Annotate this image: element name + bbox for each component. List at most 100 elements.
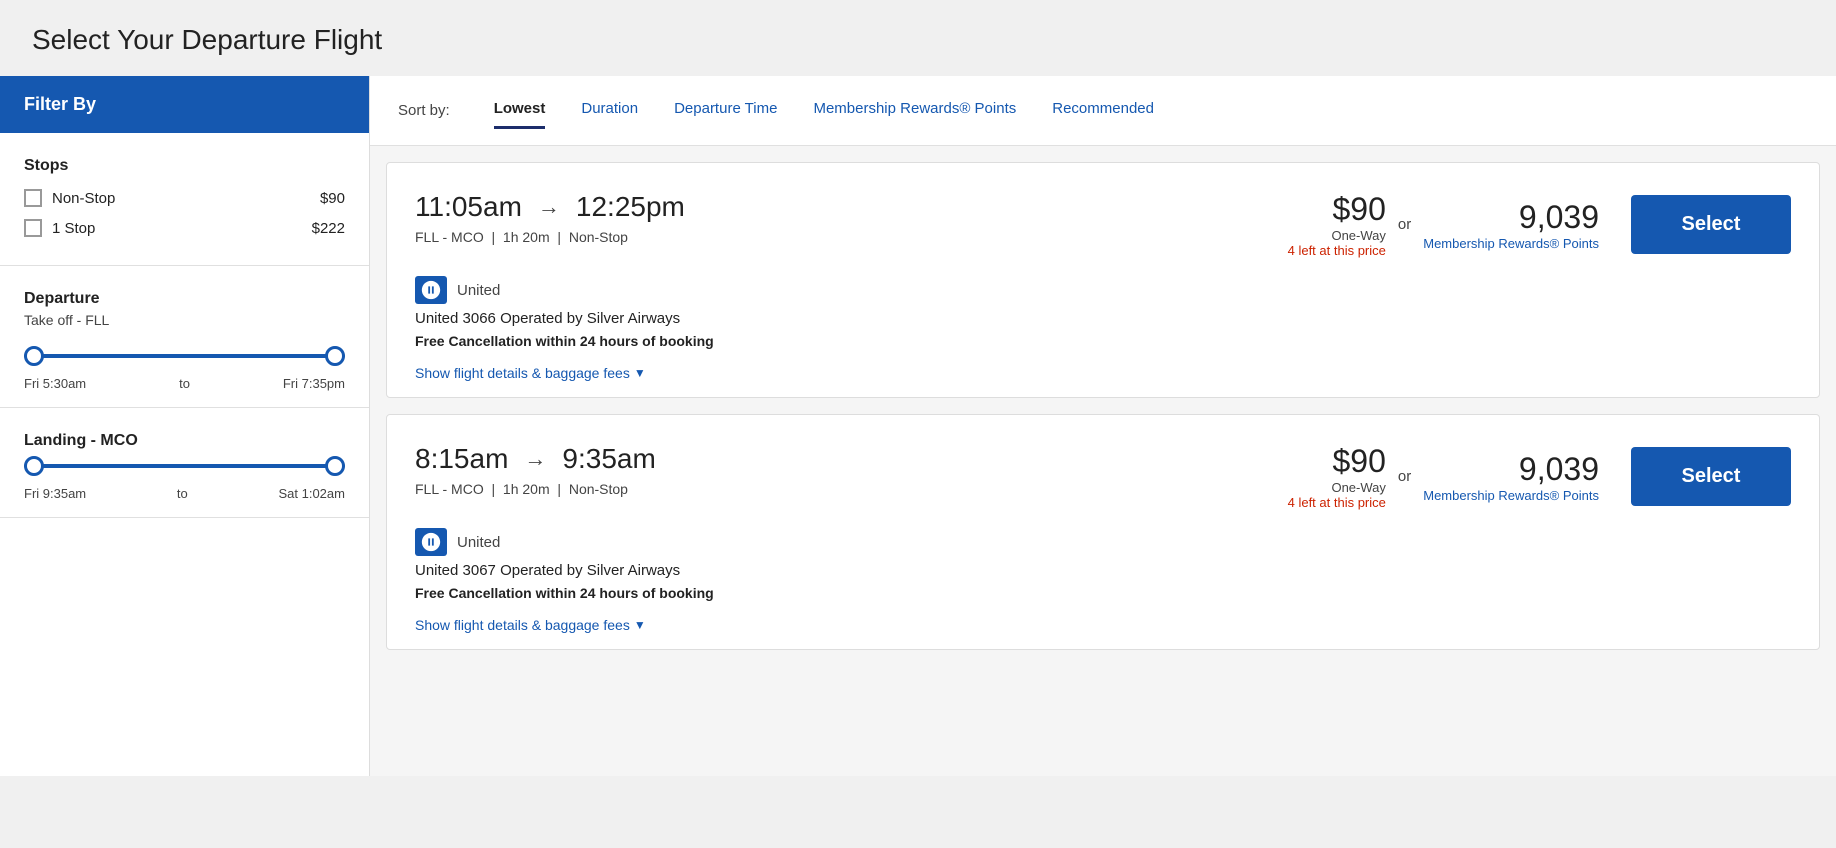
- flight-left-0: 11:05am → 12:25pm FLL - MCO | 1h 20m | N…: [415, 191, 685, 245]
- departure-slider-thumb-right[interactable]: [325, 346, 345, 366]
- landing-range-start: Fri 9:35am: [24, 486, 86, 501]
- landing-slider-thumb-right[interactable]: [325, 456, 345, 476]
- sort-membership-points[interactable]: Membership Rewards® Points: [813, 100, 1016, 121]
- sort-label: Sort by:: [398, 102, 450, 119]
- flight-points-label-1: Membership Rewards® Points: [1423, 488, 1599, 503]
- departure-range-to: to: [179, 376, 190, 391]
- flight-price-block-1: $90 One-Way 4 left at this price: [1288, 443, 1386, 510]
- departure-title: Departure: [24, 290, 345, 308]
- flight-price-block-0: $90 One-Way 4 left at this price: [1288, 191, 1386, 258]
- stops-title: Stops: [24, 157, 345, 175]
- departure-slider-track: [24, 354, 345, 358]
- onestop-checkbox[interactable]: [24, 219, 42, 237]
- flight-route-0: FLL - MCO: [415, 229, 484, 245]
- departure-subtitle: Take off - FLL: [24, 312, 345, 328]
- flight-price-0: $90: [1288, 191, 1386, 228]
- flight-price-section-0: $90 One-Way 4 left at this price or 9,03…: [1288, 191, 1791, 258]
- departure-slider-thumb-left[interactable]: [24, 346, 44, 366]
- flight-operated-by-0: United 3066 Operated by Silver Airways: [415, 310, 1791, 327]
- page-title: Select Your Departure Flight: [0, 0, 1836, 76]
- sidebar: Filter By Stops Non-Stop $90 1 Stop $222: [0, 76, 370, 776]
- flight-price-warning-0: 4 left at this price: [1288, 243, 1386, 258]
- departure-range-end: Fri 7:35pm: [283, 376, 345, 391]
- flight-stops-0: Non-Stop: [569, 229, 628, 245]
- landing-title: Landing - MCO: [24, 432, 345, 450]
- landing-range-end: Sat 1:02am: [278, 486, 345, 501]
- flight-stops-1: Non-Stop: [569, 481, 628, 497]
- flight-airline-row-0: United: [415, 276, 1791, 304]
- sort-lowest[interactable]: Lowest: [494, 100, 546, 121]
- show-details-link-0[interactable]: Show flight details & baggage fees ▼: [415, 349, 646, 397]
- filter-row-nonstop: Non-Stop $90: [24, 189, 345, 207]
- stops-section: Stops Non-Stop $90 1 Stop $222: [0, 133, 369, 266]
- show-details-link-1[interactable]: Show flight details & baggage fees ▼: [415, 601, 646, 649]
- nonstop-label: Non-Stop: [52, 190, 115, 207]
- flight-card-bottom-row-1: Show flight details & baggage fees ▼: [415, 601, 1791, 649]
- departure-range-label: Fri 5:30am to Fri 7:35pm: [24, 376, 345, 391]
- landing-slider-thumb-left[interactable]: [24, 456, 44, 476]
- sort-recommended[interactable]: Recommended: [1052, 100, 1154, 121]
- airline-name-1: United: [457, 534, 500, 551]
- flight-price-warning-1: 4 left at this price: [1288, 495, 1386, 510]
- filter-row-1stop: 1 Stop $222: [24, 219, 345, 237]
- flight-depart-time-0: 11:05am: [415, 191, 522, 223]
- onestop-price: $222: [312, 220, 345, 237]
- flight-points-0: 9,039: [1423, 199, 1599, 236]
- airline-icon-0: [415, 276, 447, 304]
- flight-arrive-time-1: 9:35am: [562, 443, 655, 475]
- flight-times-0: 11:05am → 12:25pm: [415, 191, 685, 223]
- select-button-0[interactable]: Select: [1631, 195, 1791, 254]
- chevron-down-icon-1: ▼: [634, 618, 646, 632]
- flight-meta-1: FLL - MCO | 1h 20m | Non-Stop: [415, 481, 656, 497]
- united-logo-1: [420, 531, 442, 553]
- landing-slider[interactable]: [24, 454, 345, 478]
- flight-card-1: 8:15am → 9:35am FLL - MCO | 1h 20m | Non…: [386, 414, 1820, 650]
- united-logo-0: [420, 279, 442, 301]
- flight-arrow-1: →: [524, 446, 546, 472]
- flight-price-section-1: $90 One-Way 4 left at this price or 9,03…: [1288, 443, 1791, 510]
- show-details-text-1: Show flight details & baggage fees: [415, 617, 630, 633]
- flight-duration-0: 1h 20m: [503, 229, 550, 245]
- onestop-label: 1 Stop: [52, 220, 95, 237]
- flight-route-1: FLL - MCO: [415, 481, 484, 497]
- flight-or-1: or: [1398, 468, 1411, 485]
- flight-meta-0: FLL - MCO | 1h 20m | Non-Stop: [415, 229, 685, 245]
- flight-duration-1: 1h 20m: [503, 481, 550, 497]
- main-content: Sort by: Lowest Duration Departure Time …: [370, 76, 1836, 776]
- flight-arrive-time-0: 12:25pm: [576, 191, 685, 223]
- flight-top-row-0: 11:05am → 12:25pm FLL - MCO | 1h 20m | N…: [415, 191, 1791, 258]
- chevron-down-icon-0: ▼: [634, 366, 646, 380]
- sort-bar: Sort by: Lowest Duration Departure Time …: [370, 76, 1836, 146]
- flight-airline-row-1: United: [415, 528, 1791, 556]
- flight-depart-time-1: 8:15am: [415, 443, 508, 475]
- nonstop-price: $90: [320, 190, 345, 207]
- landing-slider-track: [24, 464, 345, 468]
- flight-price-type-0: One-Way: [1288, 228, 1386, 243]
- select-button-1[interactable]: Select: [1631, 447, 1791, 506]
- flight-top-row-1: 8:15am → 9:35am FLL - MCO | 1h 20m | Non…: [415, 443, 1791, 510]
- flight-operated-by-1: United 3067 Operated by Silver Airways: [415, 562, 1791, 579]
- landing-section: Landing - MCO Fri 9:35am to Sat 1:02am: [0, 408, 369, 518]
- flight-points-block-0: 9,039 Membership Rewards® Points: [1423, 199, 1599, 251]
- sidebar-header: Filter By: [0, 76, 369, 133]
- flight-left-1: 8:15am → 9:35am FLL - MCO | 1h 20m | Non…: [415, 443, 656, 497]
- nonstop-checkbox[interactable]: [24, 189, 42, 207]
- departure-section: Departure Take off - FLL Fri 5:30am to F…: [0, 266, 369, 408]
- departure-slider[interactable]: [24, 344, 345, 368]
- flight-price-1: $90: [1288, 443, 1386, 480]
- flight-card-bottom-row-0: Show flight details & baggage fees ▼: [415, 349, 1791, 397]
- airline-icon-1: [415, 528, 447, 556]
- departure-range-start: Fri 5:30am: [24, 376, 86, 391]
- flight-or-0: or: [1398, 216, 1411, 233]
- flight-price-type-1: One-Way: [1288, 480, 1386, 495]
- landing-range-label: Fri 9:35am to Sat 1:02am: [24, 486, 345, 501]
- sort-duration[interactable]: Duration: [581, 100, 638, 121]
- flight-points-1: 9,039: [1423, 451, 1599, 488]
- airline-name-0: United: [457, 282, 500, 299]
- sort-departure-time[interactable]: Departure Time: [674, 100, 777, 121]
- free-cancel-1: Free Cancellation within 24 hours of boo…: [415, 585, 1791, 601]
- free-cancel-0: Free Cancellation within 24 hours of boo…: [415, 333, 1791, 349]
- flight-card-0: 11:05am → 12:25pm FLL - MCO | 1h 20m | N…: [386, 162, 1820, 398]
- flight-arrow-0: →: [538, 194, 560, 220]
- flight-points-block-1: 9,039 Membership Rewards® Points: [1423, 451, 1599, 503]
